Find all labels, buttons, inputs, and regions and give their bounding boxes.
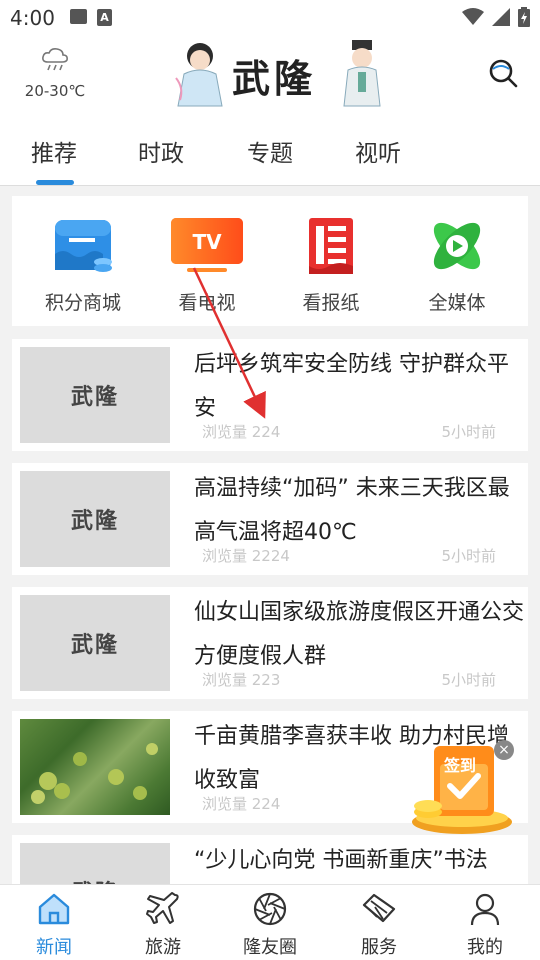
app-header: 20-30℃ 武隆: [0, 36, 540, 116]
user-icon: [470, 893, 500, 926]
nav-services[interactable]: 服务: [334, 891, 424, 959]
font-notification-icon: A: [97, 9, 112, 26]
nav-travel[interactable]: 旅游: [118, 891, 208, 959]
nav-label: 服务: [361, 937, 397, 958]
active-tab-indicator: [36, 180, 74, 185]
news-thumbnail: 武隆: [20, 595, 170, 691]
aperture-icon: [253, 892, 287, 926]
handshake-icon: [362, 893, 396, 923]
rain-cloud-icon: [42, 48, 68, 71]
logo-title: 武隆: [232, 56, 317, 101]
wifi-icon: [462, 8, 484, 25]
tab-topics[interactable]: 专题: [247, 134, 293, 168]
search-button[interactable]: [488, 58, 518, 88]
status-bar: 4:00 A: [0, 0, 540, 36]
nav-news[interactable]: 新闻: [9, 891, 99, 959]
news-views: 浏览量 224: [202, 795, 281, 813]
svg-text:TV: TV: [192, 230, 222, 254]
search-icon: [489, 59, 518, 88]
close-icon[interactable]: ×: [494, 740, 514, 760]
fruit-tree-image: [31, 743, 158, 804]
status-time: 4:00: [10, 6, 55, 30]
tab-recommend[interactable]: 推荐: [31, 134, 77, 168]
nav-label: 隆友圈: [243, 937, 297, 958]
news-views: 浏览量 223: [202, 671, 281, 689]
nav-friends-circle[interactable]: 隆友圈: [225, 891, 315, 959]
news-title: 后坪乡筑牢安全防线 守护群众平安: [194, 352, 509, 421]
tab-audiovisual[interactable]: 视听: [355, 134, 401, 168]
quick-link-watch-tv[interactable]: TV 看电视: [152, 216, 262, 315]
news-item[interactable]: 武隆 高温持续“加码” 未来三天我区最高气温将超40℃ 浏览量 2224 5小时…: [12, 463, 528, 575]
mascot-boy-icon: [343, 40, 381, 107]
news-item[interactable]: 武隆 后坪乡筑牢安全防线 守护群众平安 浏览量 224 5小时前: [12, 339, 528, 451]
battery-icon: [518, 7, 530, 27]
news-title: 高温持续“加码” 未来三天我区最高气温将超40℃: [194, 476, 510, 545]
thumbnail-logo: 武隆: [70, 632, 119, 658]
bottom-navigation: 新闻 旅游 隆友圈 服务 我的: [0, 884, 540, 960]
signal-icon: [492, 8, 510, 26]
news-time: 5小时前: [441, 671, 496, 689]
news-item[interactable]: 武隆 仙女山国家级旅游度假区开通公交方便度假人群 浏览量 223 5小时前: [12, 587, 528, 699]
quick-link-label: 全媒体: [428, 292, 486, 314]
nav-label: 旅游: [145, 937, 181, 958]
news-thumbnail-photo: [20, 719, 170, 815]
news-views: 浏览量 2224: [202, 547, 290, 565]
nav-label: 新闻: [36, 937, 72, 958]
thumbnail-logo: 武隆: [70, 508, 119, 534]
mascot-girl-icon: [175, 43, 223, 107]
media-play-icon: [433, 222, 481, 270]
newspaper-icon: [309, 218, 353, 274]
home-icon: [38, 893, 70, 925]
app-logo: 武隆: [170, 38, 381, 110]
tab-politics[interactable]: 时政: [138, 134, 184, 168]
quick-link-label: 看电视: [178, 292, 236, 314]
news-title: 仙女山国家级旅游度假区开通公交方便度假人群: [194, 600, 525, 669]
news-title: “少儿心向党 书画新重庆”书法: [194, 848, 488, 873]
quick-link-points-mall[interactable]: 积分商城: [28, 216, 138, 315]
nav-profile[interactable]: 我的: [440, 891, 530, 959]
quick-link-label: 看报纸: [302, 292, 360, 314]
thumbnail-logo: 武隆: [70, 384, 119, 410]
weather-widget[interactable]: 20-30℃: [20, 48, 90, 100]
plane-icon: [146, 892, 179, 924]
tv-icon: TV: [171, 218, 243, 272]
category-tabs: 推荐 时政 专题 视听: [0, 116, 540, 186]
quick-link-all-media[interactable]: 全媒体: [402, 216, 512, 315]
news-time: 5小时前: [441, 423, 496, 441]
quick-link-label: 积分商城: [44, 292, 121, 314]
news-thumbnail: 武隆: [20, 471, 170, 567]
image-notification-icon: [70, 9, 87, 24]
news-time: 5小时前: [441, 547, 496, 565]
news-views: 浏览量 224: [202, 423, 281, 441]
weather-temperature: 20-30℃: [24, 82, 86, 100]
news-thumbnail: 武隆: [20, 347, 170, 443]
store-icon: [55, 220, 112, 272]
nav-label: 我的: [467, 937, 503, 958]
quick-link-newspaper[interactable]: 看报纸: [276, 216, 386, 315]
sign-in-label: 签到: [444, 756, 477, 775]
quick-links-panel: 积分商城 TV 看电视 看报纸 全媒体: [12, 196, 528, 326]
